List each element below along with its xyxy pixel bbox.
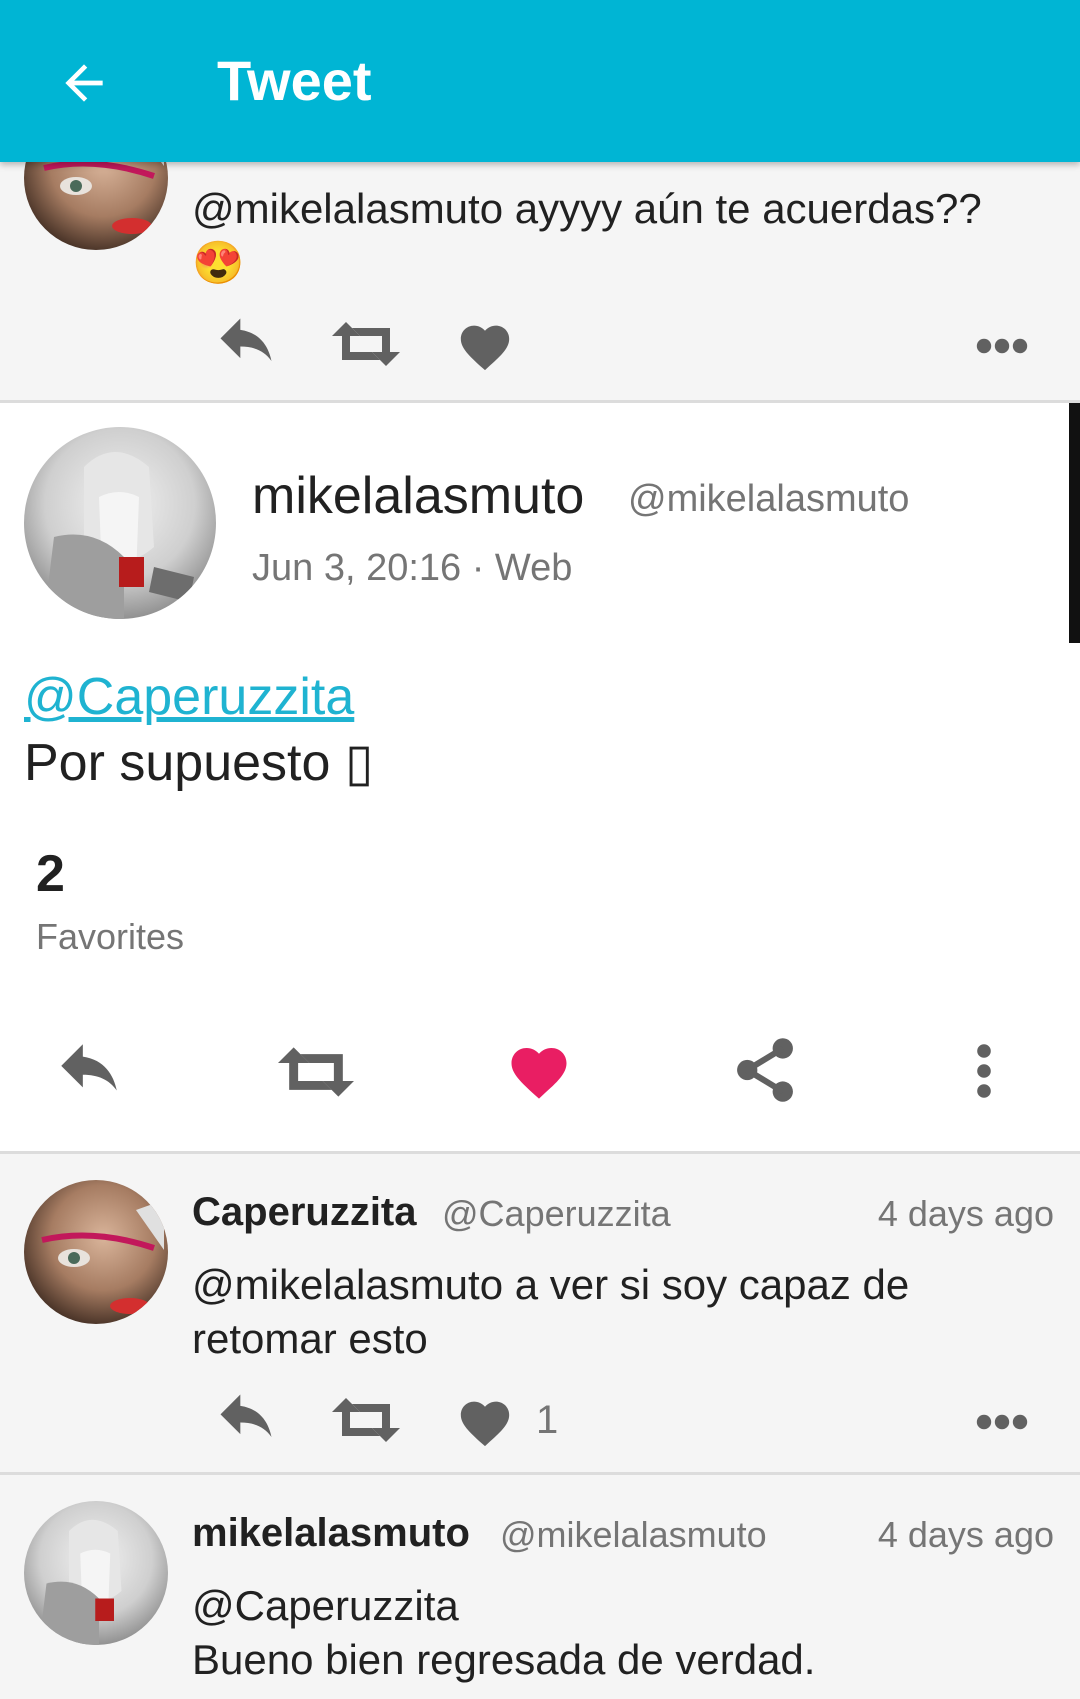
- prev-tweet-text: @mikelalasmuto ayyyy aún te acuerdas??: [192, 185, 982, 232]
- share-icon[interactable]: [734, 1037, 796, 1103]
- favorites-count[interactable]: 2: [36, 843, 65, 905]
- reply-icon[interactable]: [212, 318, 280, 370]
- scrollbar[interactable]: [1069, 403, 1080, 643]
- more-icon[interactable]: [976, 1412, 1028, 1432]
- avatar[interactable]: [24, 1501, 168, 1645]
- tweet-text: Por supuesto ▯: [24, 734, 374, 792]
- overflow-menu-icon[interactable]: [972, 1043, 996, 1099]
- tweet-meta: Jun 3, 20:16 · Web: [252, 547, 573, 589]
- author-handle[interactable]: @mikelalasmuto: [628, 475, 909, 523]
- author-name[interactable]: mikelalasmuto: [192, 1509, 470, 1557]
- timestamp: 4 days ago: [877, 1193, 1054, 1234]
- like-count: 1: [536, 1398, 559, 1442]
- mention-link[interactable]: @Caperuzzita: [24, 664, 354, 730]
- timestamp: 4 days ago: [877, 1514, 1054, 1555]
- avatar[interactable]: [24, 1180, 168, 1324]
- reply-tweet-card[interactable]: mikelalasmuto @mikelalasmuto 4 days ago …: [0, 1475, 1080, 1699]
- favorites-label[interactable]: Favorites: [36, 913, 184, 961]
- author-handle[interactable]: @Caperuzzita: [442, 1190, 671, 1238]
- tweet-text: retomar esto: [192, 1315, 428, 1362]
- tweet-text: @mikelalasmuto a ver si soy capaz de: [192, 1261, 910, 1308]
- reply-icon[interactable]: [212, 1394, 280, 1446]
- main-tweet: mikelalasmuto @mikelalasmuto Jun 3, 20:1…: [0, 403, 1080, 1151]
- tweet-text: Bueno bien regresada de verdad.: [192, 1636, 816, 1683]
- author-handle[interactable]: @mikelalasmuto: [500, 1511, 767, 1559]
- more-icon[interactable]: [976, 336, 1028, 356]
- back-arrow-icon[interactable]: [56, 55, 112, 111]
- like-icon-active[interactable]: [506, 1039, 572, 1101]
- retweet-icon[interactable]: [278, 1047, 354, 1097]
- emoji-heart-eyes: 😍: [192, 239, 245, 286]
- page-title: Tweet: [217, 49, 372, 112]
- heart-icon[interactable]: [456, 318, 514, 372]
- reply-icon[interactable]: [52, 1043, 126, 1101]
- retweet-icon[interactable]: [332, 322, 400, 366]
- avatar[interactable]: [24, 427, 216, 619]
- reply-tweet-card[interactable]: Caperuzzita @Caperuzzita 4 days ago @mik…: [0, 1154, 1080, 1472]
- heart-icon[interactable]: [456, 1394, 514, 1448]
- app-bar: Tweet: [0, 0, 1080, 162]
- retweet-icon[interactable]: [332, 1398, 400, 1442]
- tweet-text: @Caperuzzita: [192, 1582, 459, 1629]
- author-name[interactable]: mikelalasmuto: [252, 465, 584, 527]
- author-name[interactable]: Caperuzzita: [192, 1188, 417, 1236]
